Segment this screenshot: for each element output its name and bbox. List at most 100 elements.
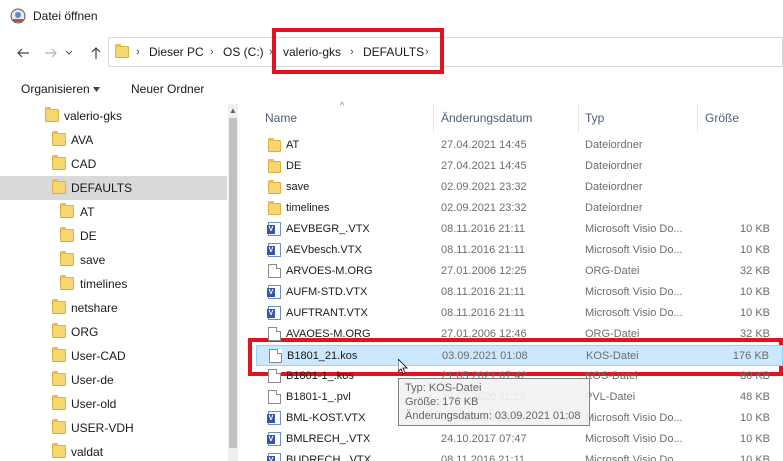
file-name: BMLRECH_.VTX <box>286 433 371 445</box>
file-date: 02.09.2021 23:32 <box>441 202 527 214</box>
nav-scrollbar[interactable]: ▲ <box>228 104 238 461</box>
chevron-right-icon[interactable]: › <box>210 38 214 66</box>
new-folder-button[interactable]: Neuer Ordner <box>131 82 204 96</box>
column-header-row: Name Änderungsdatum Typ Größe <box>256 104 783 132</box>
scroll-up-icon[interactable]: ▲ <box>229 106 237 115</box>
address-bar[interactable]: › Dieser PC › OS (C:) › valerio-gks › DE… <box>108 37 783 67</box>
file-name: ARVOES-M.ORG <box>286 265 373 277</box>
file-type: Microsoft Visio Do... <box>585 433 683 445</box>
nav-tree-item[interactable]: DE <box>0 224 227 248</box>
file-date: 03.09.2021 01:08 <box>442 350 528 362</box>
file-row[interactable]: timelines 02.09.2021 23:32 Dateiordner <box>256 198 783 219</box>
file-row[interactable]: save 02.09.2021 23:32 Dateiordner <box>256 177 783 198</box>
file-name: AUFM-STD.VTX <box>286 286 368 298</box>
file-row[interactable]: AUFTRANT.VTX 08.11.2016 21:11 Microsoft Vi… <box>256 303 783 324</box>
file-size: 10 KB <box>740 223 770 235</box>
chevron-down-icon[interactable] <box>93 87 100 92</box>
back-arrow-icon[interactable] <box>14 44 32 62</box>
file-date: 08.11.2016 21:11 <box>441 244 526 256</box>
column-divider[interactable] <box>697 104 698 132</box>
file-row[interactable]: BMLRECH_.VTX 24.10.2017 07:47 Microsoft Vi… <box>256 429 783 450</box>
window-title: Datei öffnen <box>33 9 98 23</box>
folder-icon <box>268 138 281 152</box>
column-divider[interactable] <box>578 104 579 132</box>
file-size: 10 KB <box>740 433 770 445</box>
file-size: 10 KB <box>740 412 770 424</box>
column-header-type[interactable]: Typ <box>585 104 604 132</box>
nav-tree-item[interactable]: timelines <box>0 272 227 296</box>
file-date: 24.10.2017 07:47 <box>441 433 527 445</box>
nav-tree-label: DE <box>80 229 97 243</box>
file-type: ORG-Datei <box>585 265 640 277</box>
tooltip-date: Änderungsdatum: 03.09.2021 01:08 <box>405 410 581 422</box>
file-row[interactable]: BUDRECH_.VTX 08.11.2016 21:11 Microsoft Vi… <box>256 450 783 461</box>
file-type: Microsoft Visio Do... <box>585 412 683 424</box>
file-row[interactable]: AEVbesch.VTX 08.11.2016 21:11 Microsoft Vi… <box>256 240 783 261</box>
recent-locations-chevron-icon[interactable] <box>63 44 75 62</box>
folder-icon <box>52 443 66 458</box>
file-row[interactable]: ARVOES-M.ORG 27.01.2006 12:25 ORG-Datei 32 … <box>256 261 783 282</box>
sort-ascending-icon: ^ <box>340 100 345 110</box>
file-row[interactable]: B1801_21.kos 03.09.2021 01:08 KOS-Datei 176… <box>256 345 783 366</box>
document-icon <box>268 390 281 404</box>
nav-tree-item[interactable]: ORG <box>0 320 227 344</box>
file-size: 32 KB <box>740 328 770 340</box>
document-icon <box>268 327 281 341</box>
folder-icon <box>60 227 74 242</box>
file-size: 10 KB <box>740 454 770 461</box>
folder-icon <box>52 347 66 362</box>
file-name: AEVbesch.VTX <box>286 244 362 256</box>
file-type: KOS-Datei <box>586 350 639 362</box>
column-header-date[interactable]: Änderungsdatum <box>441 104 532 132</box>
breadcrumb-drive[interactable]: OS (C:) <box>223 38 264 66</box>
highlight-box-path <box>272 28 444 74</box>
nav-tree-item[interactable]: netshare <box>0 296 227 320</box>
folder-icon <box>60 251 74 266</box>
nav-tree-item[interactable]: AT <box>0 200 227 224</box>
file-date: 27.01.2006 12:25 <box>441 265 527 277</box>
scrollbar-thumb[interactable] <box>229 118 237 448</box>
nav-tree-item[interactable]: AVA <box>0 128 227 152</box>
file-type: Microsoft Visio Do... <box>585 454 683 461</box>
file-type: Dateiordner <box>585 139 643 151</box>
nav-tree-item[interactable]: User-de <box>0 368 227 392</box>
nav-tree-label: valerio-gks <box>64 109 123 123</box>
file-name: B1801-1_.pvl <box>286 391 351 403</box>
file-row[interactable]: AUFM-STD.VTX 08.11.2016 21:11 Microsoft Vi… <box>256 282 783 303</box>
file-row[interactable]: DE 27.04.2021 14:45 Dateiordner <box>256 156 783 177</box>
up-arrow-icon[interactable] <box>87 44 105 62</box>
visio-icon <box>267 306 281 320</box>
nav-tree-label: CAD <box>71 157 97 171</box>
nav-tree-item[interactable]: valdat <box>0 440 227 461</box>
column-header-name[interactable]: Name <box>265 104 297 132</box>
nav-tree-label: save <box>80 253 106 267</box>
folder-icon <box>268 159 281 173</box>
nav-tree-label: netshare <box>71 301 118 315</box>
breadcrumb-this-pc[interactable]: Dieser PC <box>149 38 204 66</box>
organize-button[interactable]: Organisieren <box>21 82 90 96</box>
forward-arrow-icon[interactable] <box>42 44 60 62</box>
nav-tree-label: User-CAD <box>71 349 126 363</box>
navigation-pane: valerio-gks AVA CAD DEFAULTS AT DE save timelin… <box>0 104 238 461</box>
nav-tree-item[interactable]: USER-VDH <box>0 416 227 440</box>
nav-tree-item[interactable]: DEFAULTS <box>0 176 227 200</box>
folder-icon <box>52 371 66 386</box>
folder-icon <box>115 44 129 58</box>
column-header-size[interactable]: Größe <box>705 104 739 132</box>
file-row[interactable]: AT 27.04.2021 14:45 Dateiordner <box>256 135 783 156</box>
column-divider[interactable] <box>433 104 434 132</box>
nav-tree-item[interactable]: CAD <box>0 152 227 176</box>
file-size: 10 KB <box>740 307 770 319</box>
file-size: 176 KB <box>732 350 769 362</box>
file-name: B1801-1_.kos <box>286 370 354 382</box>
file-type: Dateiordner <box>585 202 643 214</box>
visio-icon <box>267 432 281 446</box>
nav-tree-item[interactable]: valerio-gks <box>0 104 227 128</box>
chevron-right-icon[interactable]: › <box>136 38 140 66</box>
nav-tree-label: AVA <box>71 133 94 147</box>
nav-tree-item[interactable]: User-old <box>0 392 227 416</box>
file-row[interactable]: AVAOES-M.ORG 27.01.2006 12:46 ORG-Datei 32 … <box>256 324 783 345</box>
nav-tree-item[interactable]: User-CAD <box>0 344 227 368</box>
nav-tree-item[interactable]: save <box>0 248 227 272</box>
file-row[interactable]: AEVBEGR_.VTX 08.11.2016 21:11 Microsoft Vi… <box>256 219 783 240</box>
